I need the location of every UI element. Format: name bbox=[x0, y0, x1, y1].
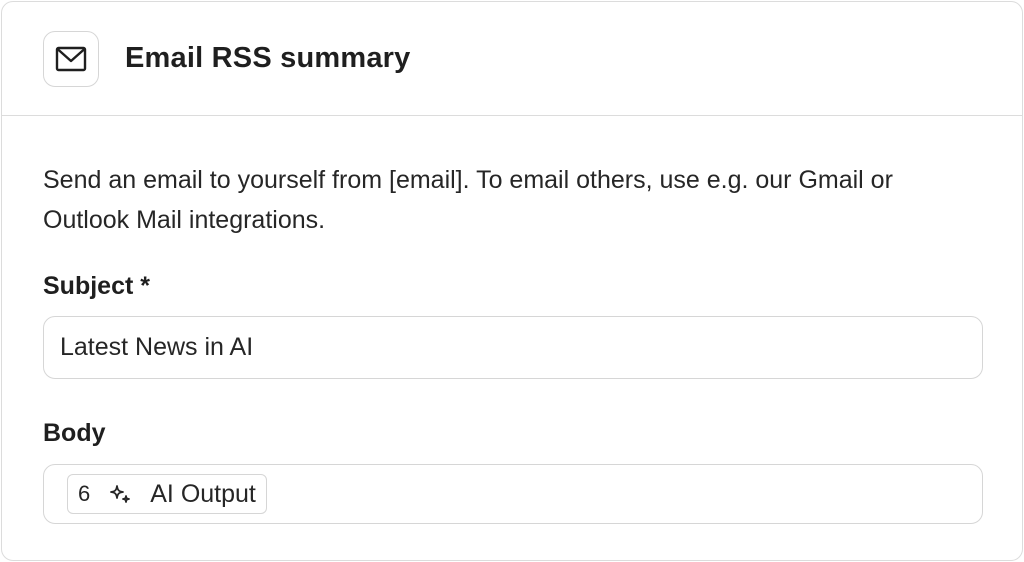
chip-label: AI Output bbox=[150, 479, 256, 508]
email-rss-summary-card: Email RSS summary Send an email to yours… bbox=[1, 1, 1023, 561]
card-body: Send an email to yourself from [email]. … bbox=[2, 160, 1022, 524]
sparkle-icon bbox=[108, 483, 132, 505]
description-text: Send an email to yourself from [email]. … bbox=[43, 166, 893, 234]
subject-input-value: Latest News in AI bbox=[60, 333, 254, 361]
body-input[interactable]: 6 AI Output bbox=[43, 464, 983, 524]
ai-output-variable-chip[interactable]: 6 AI Output bbox=[67, 474, 267, 514]
mail-icon bbox=[43, 30, 99, 87]
body-label: Body bbox=[43, 419, 106, 447]
chip-step-number: 6 bbox=[78, 481, 91, 506]
card-title: Email RSS summary bbox=[125, 42, 411, 74]
subject-label: Subject * bbox=[43, 272, 150, 300]
subject-input[interactable]: Latest News in AI bbox=[43, 316, 983, 379]
card-header: Email RSS summary bbox=[2, 2, 1022, 116]
